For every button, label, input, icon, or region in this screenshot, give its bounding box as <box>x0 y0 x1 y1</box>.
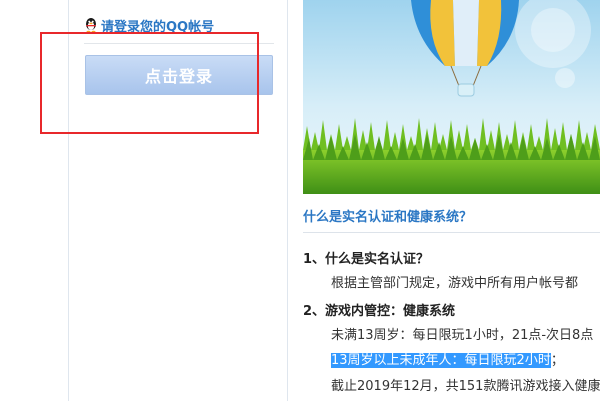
section2-line2-tail: ； <box>550 353 564 368</box>
section2-line3: 截止2019年12月，共151款腾讯游戏接入健康 <box>331 379 600 394</box>
qq-penguin-icon <box>86 18 96 33</box>
selected-text[interactable]: 13周岁以上未成年人：每日限玩2小时 <box>331 353 551 368</box>
section2-heading: 2、游戏内管控：健康系统 <box>303 304 456 319</box>
faq-article: 什么是实名认证和健康系统？ 1、什么是实名认证？ 根据主管部门规定，游戏中所有用… <box>303 0 600 401</box>
article-title[interactable]: 什么是实名认证和健康系统？ <box>303 206 472 225</box>
section2-line1: 未满13周岁：每日限玩1小时，21点-次日8点 <box>331 328 594 343</box>
section1-heading: 1、什么是实名认证？ <box>303 252 430 267</box>
sidebar-right-rule <box>287 0 288 401</box>
section2-line2: 13周岁以上未成年人：每日限玩2小时； <box>331 349 564 368</box>
section1-text: 根据主管部门规定，游戏中所有用户帐号都 <box>331 276 579 291</box>
annotation-highlight-box <box>40 32 259 134</box>
article-divider <box>303 232 600 233</box>
